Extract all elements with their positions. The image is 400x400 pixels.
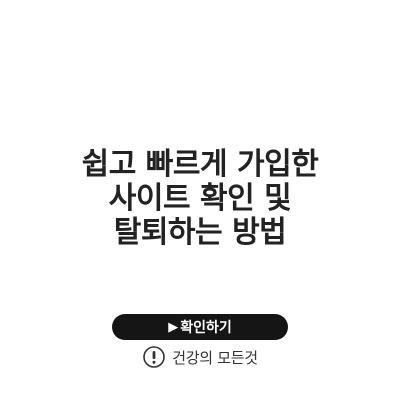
page-title: 쉽고 빠르게 가입한 사이트 확인 및 탈퇴하는 방법 bbox=[0, 148, 400, 250]
confirm-button[interactable]: ▶ 확인하기 bbox=[112, 314, 288, 340]
footer-text: 건강의 모든것 bbox=[172, 348, 258, 367]
title-line-2: 사이트 확인 및 bbox=[108, 181, 292, 216]
footer-brand: 건강의 모든것 bbox=[0, 344, 400, 370]
title-line-3: 탈퇴하는 방법 bbox=[113, 215, 287, 250]
page: 쉽고 빠르게 가입한 사이트 확인 및 탈퇴하는 방법 ▶ 확인하기 건강의 모… bbox=[0, 0, 400, 400]
title-line-1: 쉽고 빠르게 가입한 bbox=[81, 147, 319, 182]
play-arrow-icon: ▶ bbox=[168, 319, 179, 335]
exclamation-circle-icon bbox=[142, 345, 166, 369]
confirm-button-label: 확인하기 bbox=[180, 320, 232, 336]
